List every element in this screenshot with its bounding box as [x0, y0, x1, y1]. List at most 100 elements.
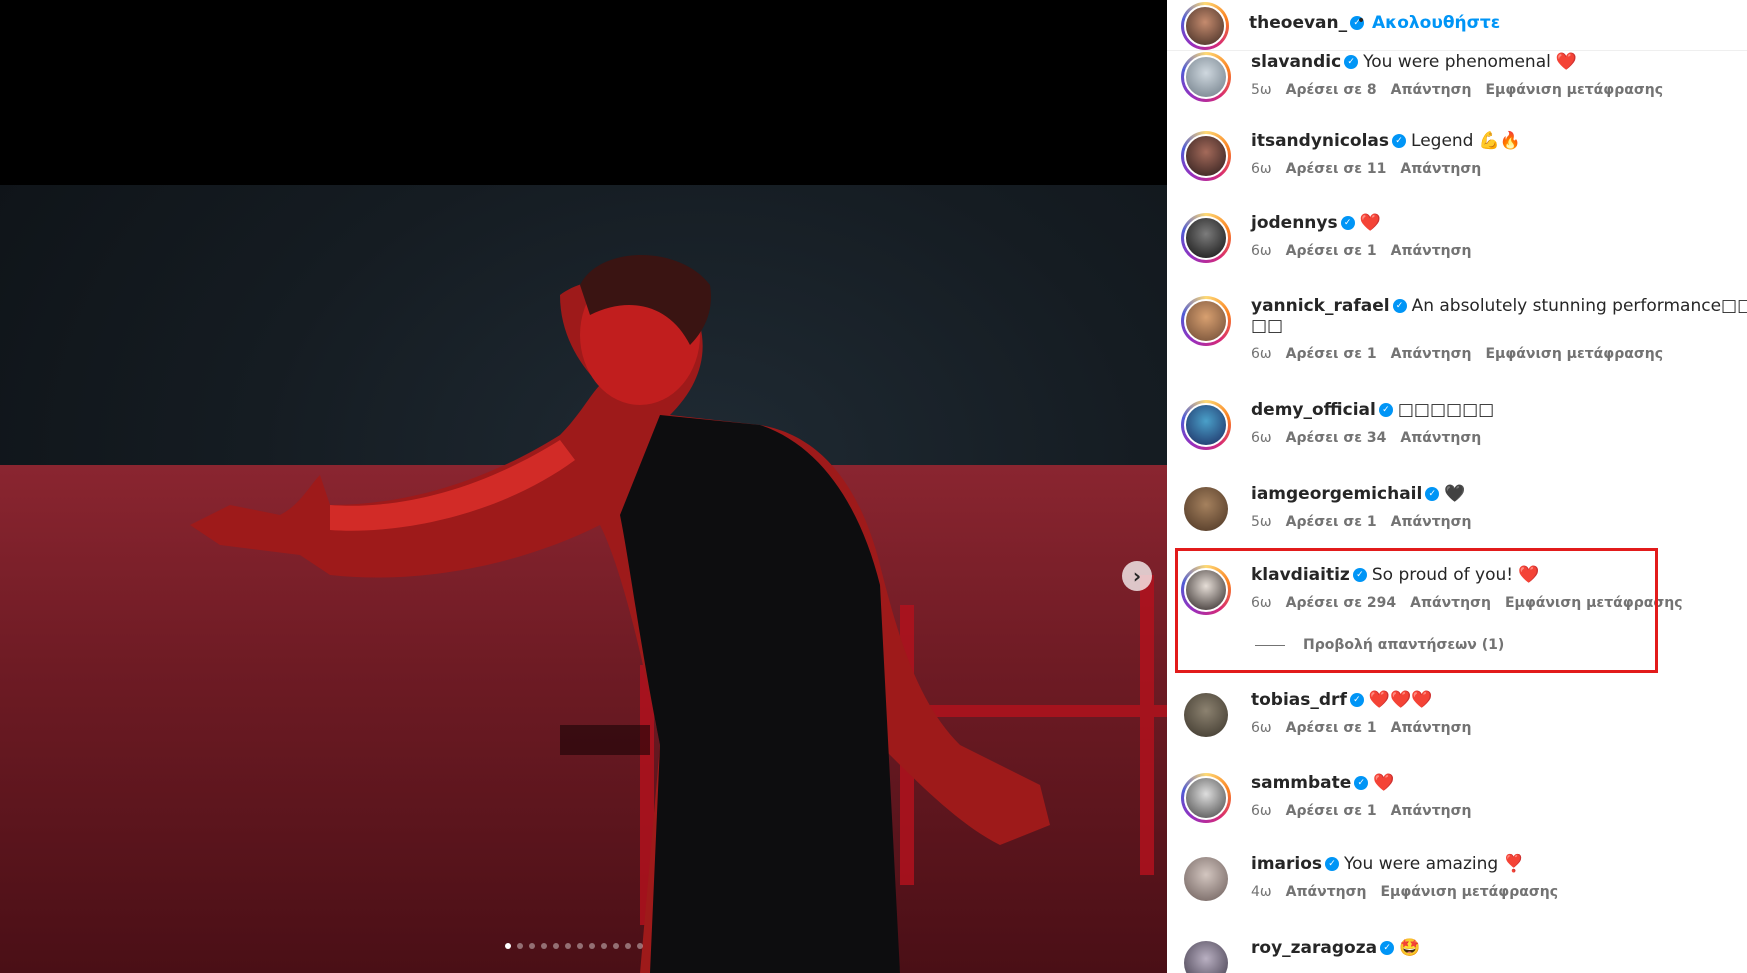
- comment-line: slavandic ✓ You were phenomenal ❤️: [1251, 52, 1577, 72]
- comment-time[interactable]: 6ω: [1251, 803, 1272, 819]
- commenter-username[interactable]: slavandic: [1251, 52, 1341, 72]
- author-username[interactable]: theoevan_ ✓: [1249, 13, 1365, 33]
- comment-time[interactable]: 6ω: [1251, 346, 1272, 362]
- commenter-avatar[interactable]: [1181, 690, 1231, 740]
- commenter-username[interactable]: demy_official: [1251, 400, 1376, 420]
- commenter-username[interactable]: sammbate: [1251, 773, 1351, 793]
- reply-button[interactable]: Απάντηση: [1391, 803, 1472, 819]
- reply-button[interactable]: Απάντηση: [1391, 243, 1472, 259]
- comment-line: iamgeorgemichail ✓ 🖤: [1251, 484, 1466, 504]
- reply-button[interactable]: Απάντηση: [1400, 430, 1481, 446]
- comment-time[interactable]: 6ω: [1251, 430, 1272, 446]
- comment-emoji: ❤️: [1555, 52, 1578, 72]
- comment-time[interactable]: 5ω: [1251, 82, 1272, 98]
- see-translation-button[interactable]: Εμφάνιση μετάφρασης: [1485, 82, 1663, 98]
- likes-count[interactable]: Αρέσει σε 8: [1286, 82, 1377, 98]
- comment-line: roy_zaragoza ✓ 🤩: [1251, 938, 1420, 958]
- reply-button[interactable]: Απάντηση: [1400, 161, 1481, 177]
- highlight-annotation: [1175, 548, 1658, 673]
- carousel-dot: [637, 943, 643, 949]
- comment-time[interactable]: 6ω: [1251, 720, 1272, 736]
- commenter-avatar[interactable]: [1181, 484, 1231, 534]
- comment-text-continued: □□: [1251, 316, 1284, 336]
- comment-text: Legend: [1411, 131, 1474, 151]
- comment-text: You were phenomenal: [1363, 52, 1551, 72]
- see-translation-button[interactable]: Εμφάνιση μετάφρασης: [1380, 884, 1558, 900]
- next-image-button[interactable]: ›: [1122, 561, 1152, 591]
- comment-list: slavandic ✓ You were phenomenal ❤️ 5ω Αρέσει …: [1167, 0, 1747, 973]
- carousel-dot: [625, 943, 631, 949]
- comment-text: You were amazing: [1344, 854, 1499, 874]
- carousel-dot: [517, 943, 523, 949]
- commenter-avatar[interactable]: [1181, 131, 1231, 181]
- commenter-avatar[interactable]: [1181, 213, 1231, 263]
- comment-emoji: 💪🔥: [1478, 131, 1521, 151]
- comment-line: tobias_drf ✓ ❤️❤️❤️: [1251, 690, 1432, 710]
- likes-count[interactable]: Αρέσει σε 11: [1286, 161, 1387, 177]
- commenter-username[interactable]: tobias_drf: [1251, 690, 1347, 710]
- carousel-indicator: [505, 943, 643, 949]
- separator-dot: •: [1357, 13, 1366, 29]
- likes-count[interactable]: Αρέσει σε 1: [1286, 243, 1377, 259]
- chevron-right-icon: ›: [1132, 564, 1142, 588]
- performer-silhouette: [190, 255, 1167, 973]
- likes-count[interactable]: Αρέσει σε 1: [1286, 803, 1377, 819]
- reply-button[interactable]: Απάντηση: [1391, 346, 1472, 362]
- likes-count[interactable]: Αρέσει σε 34: [1286, 430, 1387, 446]
- likes-count[interactable]: Αρέσει σε 1: [1286, 346, 1377, 362]
- concert-photo: [0, 185, 1167, 973]
- reply-button[interactable]: Απάντηση: [1391, 720, 1472, 736]
- verified-badge-icon: ✓: [1392, 134, 1407, 148]
- comment-meta: 4ω Απάντηση Εμφάνιση μετάφρασης: [1251, 884, 1572, 900]
- comment-line: itsandynicolas ✓ Legend 💪🔥: [1251, 131, 1521, 151]
- commenter-username[interactable]: iamgeorgemichail: [1251, 484, 1422, 504]
- reply-button[interactable]: Απάντηση: [1391, 514, 1472, 530]
- verified-badge-icon: ✓: [1378, 403, 1393, 417]
- likes-count[interactable]: Αρέσει σε 1: [1286, 514, 1377, 530]
- carousel-dot: [505, 943, 511, 949]
- commenter-avatar[interactable]: [1181, 52, 1231, 102]
- commenter-avatar[interactable]: [1181, 400, 1231, 450]
- commenter-username[interactable]: roy_zaragoza: [1251, 938, 1377, 958]
- reply-button[interactable]: Απάντηση: [1391, 82, 1472, 98]
- comment-text: □□□□□□: [1397, 400, 1495, 420]
- verified-badge-icon: ✓: [1344, 55, 1359, 69]
- author-username-text[interactable]: theoevan_: [1249, 13, 1347, 33]
- verified-badge-icon: ✓: [1349, 693, 1364, 707]
- instagram-post-view: › theoevan_ ✓ • Ακολουθήστε slavandic ✓ You…: [0, 0, 1747, 973]
- post-header: theoevan_ ✓ • Ακολουθήστε: [1167, 0, 1747, 51]
- comment-emoji: ❤️: [1373, 773, 1395, 793]
- commenter-avatar[interactable]: [1181, 296, 1231, 346]
- likes-count[interactable]: Αρέσει σε 1: [1286, 720, 1377, 736]
- commenter-avatar[interactable]: [1181, 938, 1231, 973]
- carousel-dot: [529, 943, 535, 949]
- comment-emoji: 🤩: [1399, 938, 1421, 958]
- commenter-username[interactable]: jodennys: [1251, 213, 1338, 233]
- follow-button[interactable]: Ακολουθήστε: [1372, 13, 1500, 33]
- verified-badge-icon: ✓: [1325, 857, 1340, 871]
- commenter-avatar[interactable]: [1181, 773, 1231, 823]
- comment-meta: 6ω Αρέσει σε 1 Απάντηση: [1251, 803, 1485, 819]
- carousel-dot: [589, 943, 595, 949]
- comment-time[interactable]: 4ω: [1251, 884, 1272, 900]
- comment-time[interactable]: 5ω: [1251, 514, 1272, 530]
- comment-line: jodennys ✓ ❤️: [1251, 213, 1381, 233]
- commenter-username[interactable]: yannick_rafael: [1251, 296, 1390, 316]
- verified-badge-icon: ✓: [1392, 299, 1407, 313]
- commenter-avatar[interactable]: [1181, 854, 1231, 904]
- verified-badge-icon: ✓: [1425, 487, 1440, 501]
- comment-emoji: ❤️❤️❤️: [1368, 690, 1433, 710]
- reply-button[interactable]: Απάντηση: [1286, 884, 1367, 900]
- comment-time[interactable]: 6ω: [1251, 161, 1272, 177]
- carousel-dot: [541, 943, 547, 949]
- commenter-username[interactable]: itsandynicolas: [1251, 131, 1389, 151]
- see-translation-button[interactable]: Εμφάνιση μετάφρασης: [1485, 346, 1663, 362]
- comment-time[interactable]: 6ω: [1251, 243, 1272, 259]
- comment-emoji: ❣️: [1503, 854, 1525, 874]
- author-avatar[interactable]: [1181, 2, 1229, 50]
- comment-meta: 5ω Αρέσει σε 8 Απάντηση Εμφάνιση μετάφρασης: [1251, 82, 1677, 98]
- commenter-username[interactable]: imarios: [1251, 854, 1322, 874]
- carousel-dot: [565, 943, 571, 949]
- comment-meta: 5ω Αρέσει σε 1 Απάντηση: [1251, 514, 1485, 530]
- comment-meta: 6ω Αρέσει σε 34 Απάντηση: [1251, 430, 1495, 446]
